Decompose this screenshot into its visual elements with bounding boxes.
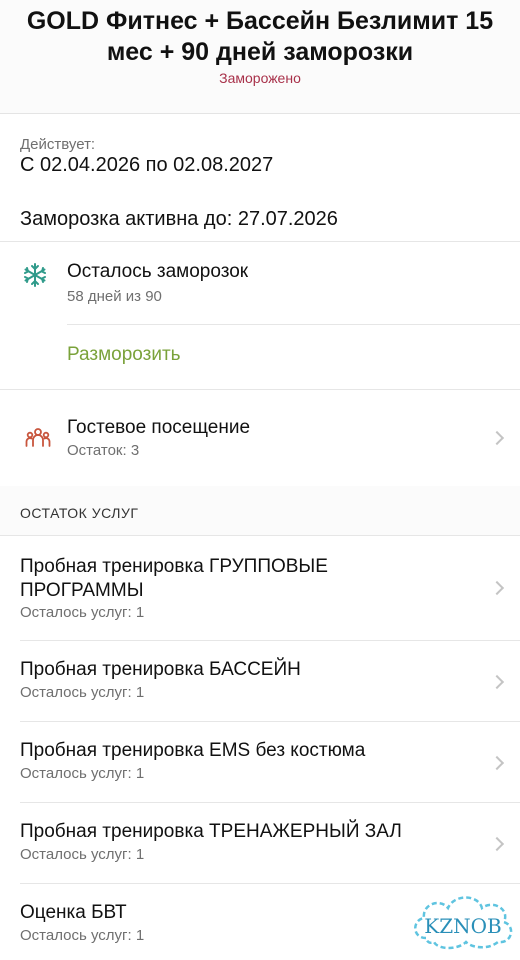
validity-value: С 02.04.2026 по 02.08.2027: [20, 154, 274, 176]
service-item-ems[interactable]: Пробная тренировка EMS без костюма Остал…: [0, 722, 520, 802]
unfreeze-button[interactable]: Разморозить: [67, 344, 181, 366]
services-section-header: ОСТАТОК УСЛУГ: [0, 486, 520, 536]
service-item-title: Пробная тренировка EMS без костюма: [20, 740, 366, 761]
page-title: GOLD Фитнес + Бассейн Безлимит 15 мес + …: [26, 7, 494, 66]
remaining-freezes-title: Осталось заморозок: [67, 261, 249, 282]
svg-text:KZNOB: KZNOB: [424, 914, 501, 938]
snowflake-icon: [22, 262, 48, 288]
remaining-freezes-sub: 58 дней из 90: [67, 288, 162, 305]
service-item-title: Оценка БВТ: [20, 902, 127, 923]
service-item-group-programs[interactable]: Пробная тренировка ГРУППОВЫЕ ПРОГРАММЫ О…: [0, 537, 520, 640]
freeze-active-until: Заморозка активна до: 27.07.2026: [20, 208, 338, 230]
service-item-gym[interactable]: Пробная тренировка ТРЕНАЖЕРНЫЙ ЗАЛ Остал…: [0, 803, 520, 883]
chevron-right-icon: [489, 755, 505, 771]
chevron-right-icon: [489, 836, 505, 852]
guest-visit-sub: Остаток: 3: [67, 442, 140, 459]
service-item-sub: Осталось услуг: 1: [20, 765, 145, 782]
header: GOLD Фитнес + Бассейн Безлимит 15 мес + …: [0, 0, 520, 114]
chevron-right-icon: [489, 580, 505, 596]
services-heading: ОСТАТОК УСЛУГ: [20, 505, 139, 521]
service-item-sub: Осталось услуг: 1: [20, 684, 145, 701]
guest-visit-row[interactable]: Гостевое посещение Остаток: 3: [0, 390, 520, 485]
service-item-title: Пробная тренировка БАССЕЙН: [20, 659, 301, 680]
validity-label: Действует:: [20, 136, 96, 153]
service-item-title: Пробная тренировка ТРЕНАЖЕРНЫЙ ЗАЛ: [20, 821, 402, 842]
service-item-title: Пробная тренировка ГРУППОВЫЕ ПРОГРАММЫ: [20, 556, 328, 601]
service-item-sub: Осталось услуг: 1: [20, 846, 145, 863]
service-item-sub: Осталось услуг: 1: [20, 927, 145, 944]
chevron-right-icon: [489, 674, 505, 690]
service-item-sub: Осталось услуг: 1: [20, 604, 145, 621]
watermark-logo: KZNOB: [408, 888, 518, 952]
chevron-right-icon: [489, 430, 505, 446]
membership-details-screen: GOLD Фитнес + Бассейн Безлимит 15 мес + …: [0, 0, 520, 960]
service-item-bvt[interactable]: Оценка БВТ Осталось услуг: 1: [0, 884, 400, 960]
guest-visit-title: Гостевое посещение: [67, 417, 251, 438]
status-badge: Заморожено: [219, 70, 301, 86]
people-icon: [25, 426, 51, 450]
service-item-pool[interactable]: Пробная тренировка БАССЕЙН Осталось услу…: [0, 641, 520, 721]
